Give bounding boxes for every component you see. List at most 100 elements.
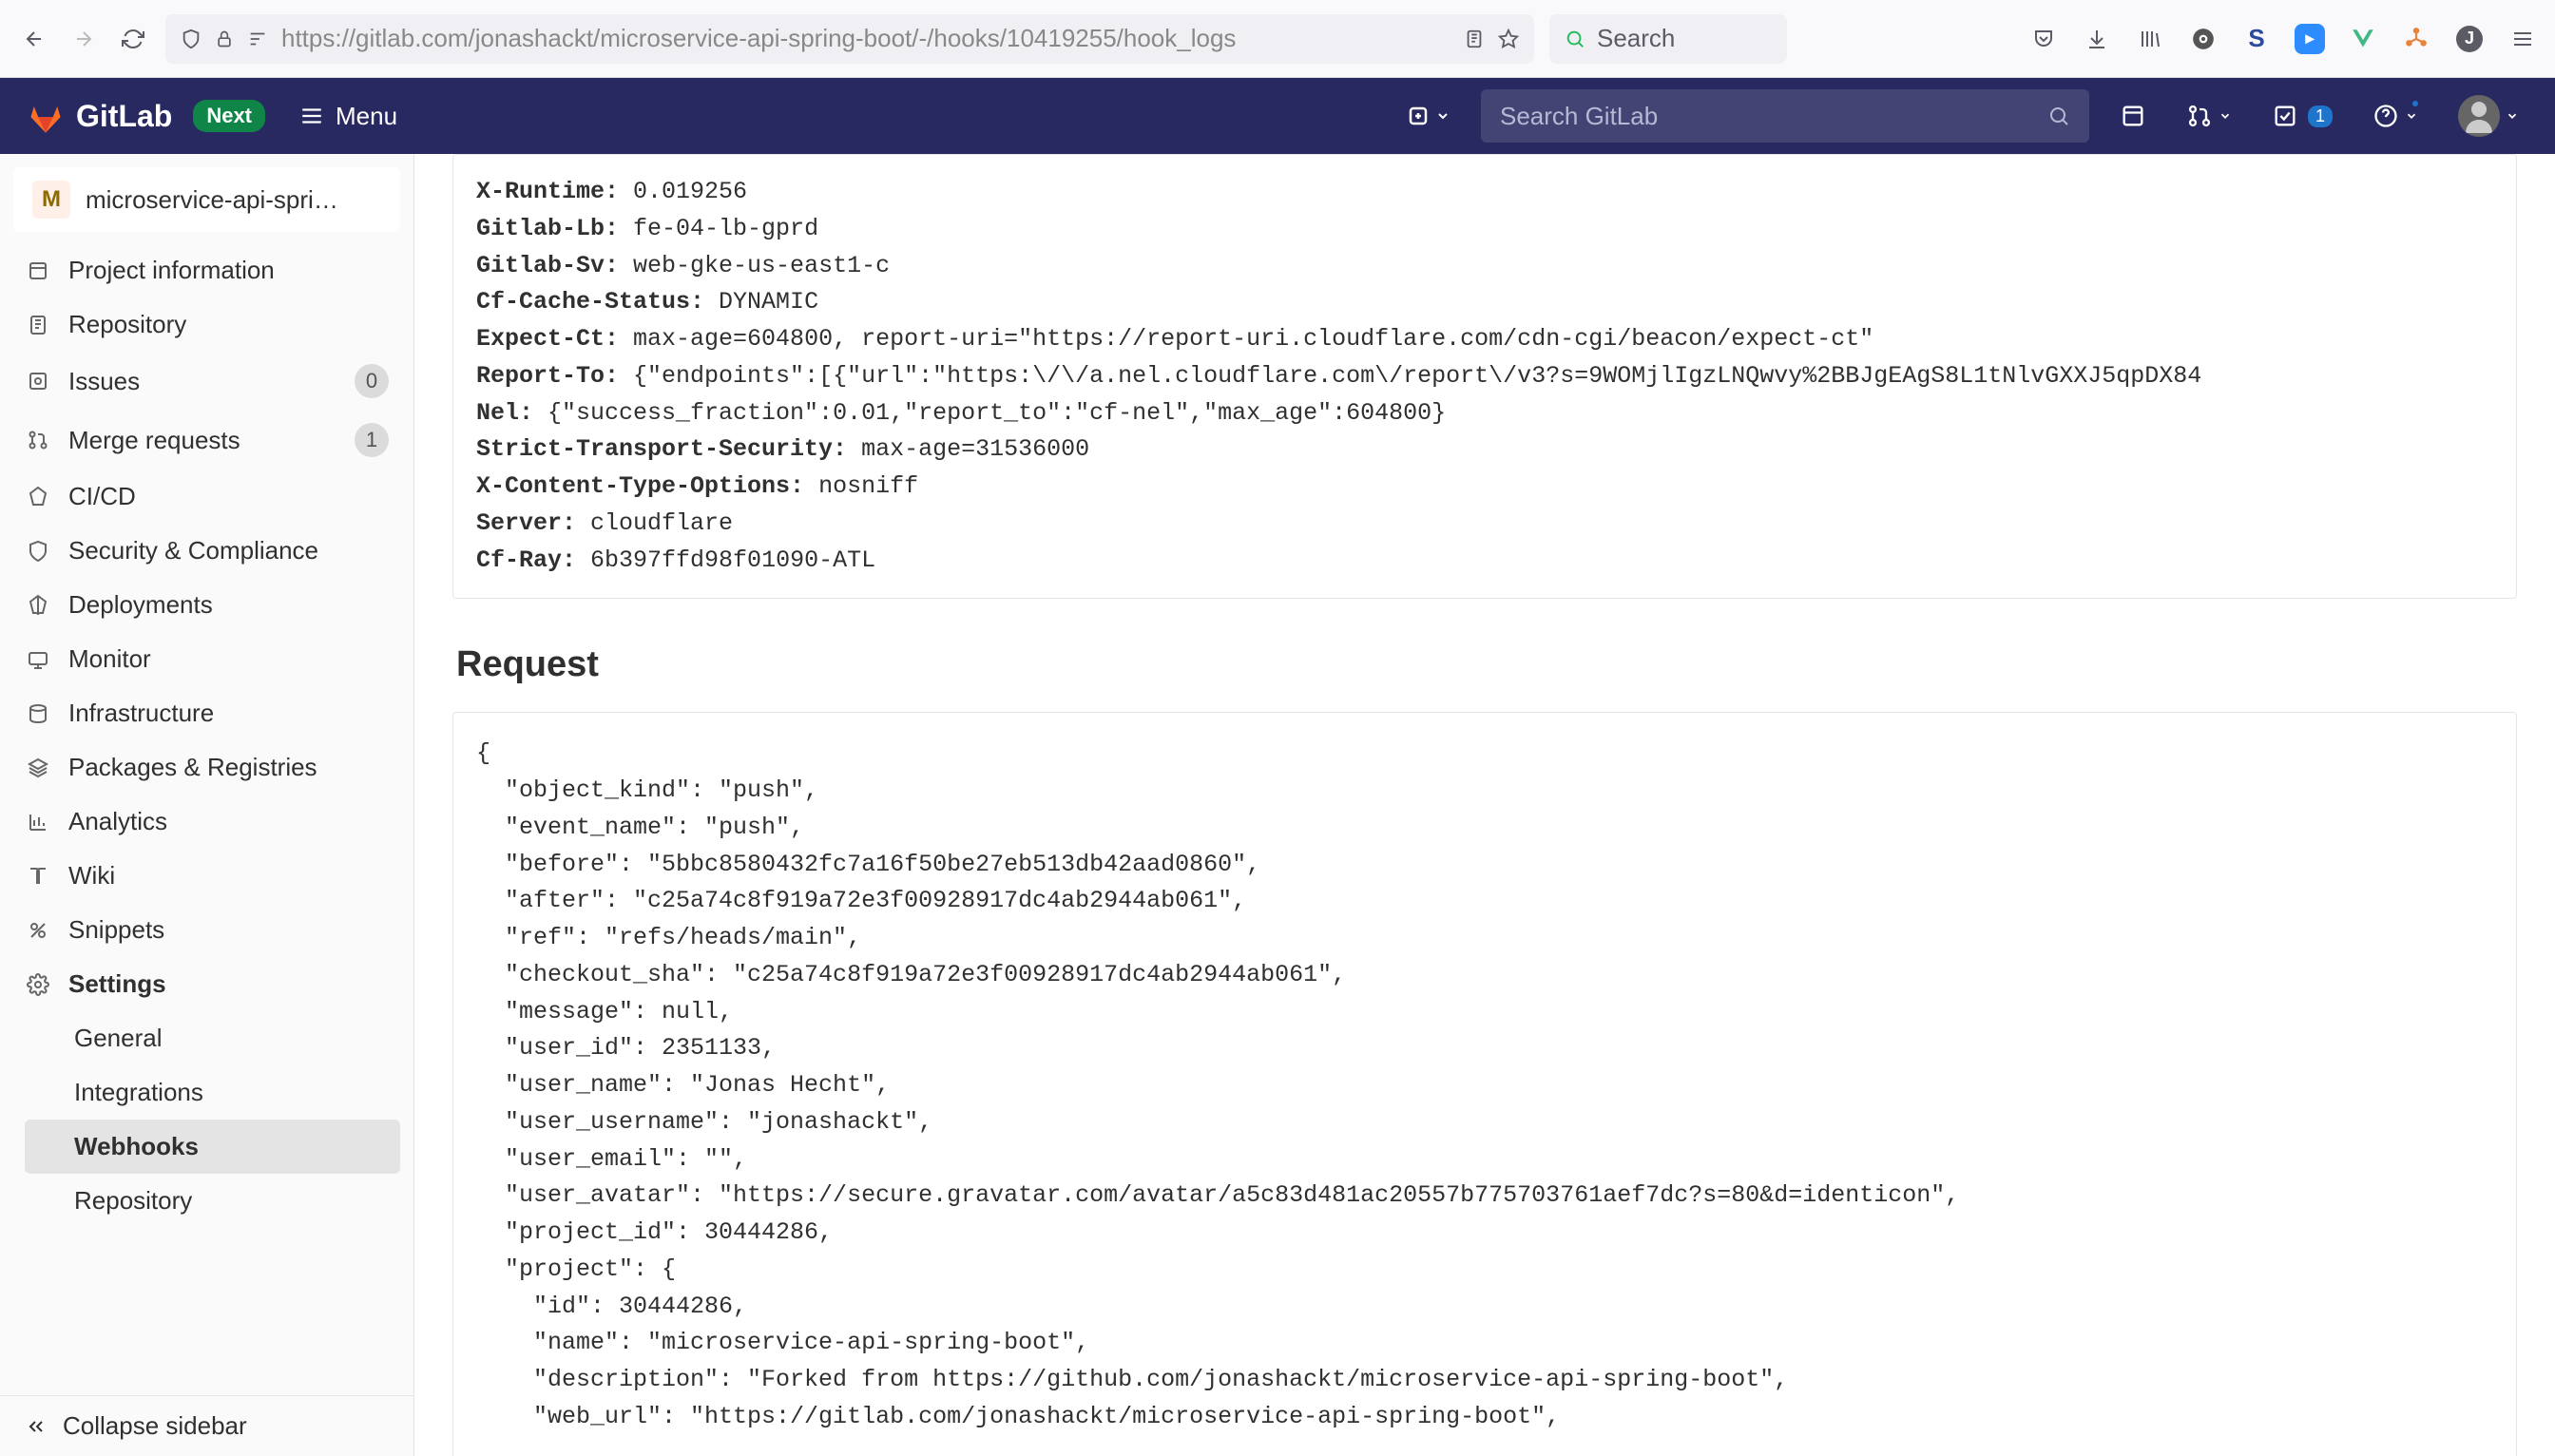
chevron-down-icon — [2219, 109, 2232, 123]
sidebar-icon — [25, 863, 51, 890]
sidebar-item-label: Issues — [68, 367, 140, 396]
sidebar: M microservice-api-spri… Project informa… — [0, 154, 414, 1456]
sidebar-item-label: Deployments — [68, 590, 213, 620]
sidebar-item-label: Security & Compliance — [68, 536, 318, 565]
gitlab-logo-icon — [27, 97, 65, 135]
sidebar-item-label: Analytics — [68, 807, 167, 836]
sub-item-integrations[interactable]: Integrations — [11, 1065, 413, 1120]
sub-item-repository[interactable]: Repository — [11, 1174, 413, 1228]
ext-s-icon[interactable]: S — [2241, 24, 2272, 54]
sidebar-item-project-information[interactable]: Project information — [0, 243, 413, 297]
bookmark-star-icon[interactable] — [1498, 29, 1519, 49]
collapse-label: Collapse sidebar — [63, 1411, 247, 1441]
merge-requests-nav-button[interactable] — [2177, 97, 2241, 135]
sidebar-item-packages-registries[interactable]: Packages & Registries — [0, 740, 413, 795]
request-body-box[interactable]: { "object_kind": "push", "event_name": "… — [452, 712, 2517, 1456]
sidebar-item-label: Wiki — [68, 861, 115, 891]
pocket-icon[interactable] — [2028, 24, 2059, 54]
browser-back-button[interactable] — [17, 22, 51, 56]
library-icon[interactable] — [2135, 24, 2165, 54]
sidebar-item-merge-requests[interactable]: Merge requests 1 — [0, 411, 413, 469]
search-engine-icon — [1565, 29, 1585, 49]
sidebar-badge: 0 — [355, 364, 389, 398]
sidebar-item-label: Merge requests — [68, 426, 240, 455]
sidebar-item-monitor[interactable]: Monitor — [0, 632, 413, 686]
sidebar-badge: 1 — [355, 423, 389, 457]
search-icon — [2047, 105, 2070, 127]
browser-search-bar[interactable]: Search — [1549, 14, 1787, 64]
sidebar-item-label: Repository — [68, 310, 186, 339]
sidebar-icon — [25, 427, 51, 453]
sidebar-icon — [25, 592, 51, 619]
sidebar-item-snippets[interactable]: Snippets — [0, 903, 413, 957]
collapse-sidebar-button[interactable]: Collapse sidebar — [0, 1395, 413, 1456]
ext-vue-icon[interactable] — [2348, 24, 2378, 54]
chevron-down-icon — [2405, 109, 2418, 123]
sidebar-icon — [25, 917, 51, 944]
browser-forward-button[interactable] — [67, 22, 101, 56]
project-header[interactable]: M microservice-api-spri… — [13, 167, 400, 232]
menu-button[interactable]: Menu — [286, 94, 411, 139]
sidebar-item-label: Infrastructure — [68, 699, 214, 728]
downloads-icon[interactable] — [2082, 24, 2112, 54]
project-name: microservice-api-spri… — [86, 185, 338, 215]
gitlab-title: GitLab — [76, 99, 172, 134]
chevron-down-icon — [2506, 109, 2519, 123]
sub-item-general[interactable]: General — [11, 1011, 413, 1065]
shield-icon — [181, 29, 202, 49]
sidebar-item-label: CI/CD — [68, 482, 136, 511]
user-menu-button[interactable] — [2449, 89, 2528, 143]
todos-nav-button[interactable]: 1 — [2262, 97, 2342, 135]
response-headers-box[interactable]: X-Runtime: 0.019256 Gitlab-Lb: fe-04-lb-… — [452, 154, 2517, 599]
ext-eye-icon[interactable] — [2188, 24, 2219, 54]
gitlab-logo[interactable]: GitLab — [27, 97, 172, 135]
next-badge[interactable]: Next — [193, 100, 265, 132]
sidebar-icon — [25, 368, 51, 394]
todos-count: 1 — [2308, 105, 2333, 127]
issues-nav-button[interactable] — [2110, 97, 2156, 135]
sidebar-item-label: Packages & Registries — [68, 753, 317, 782]
menu-label: Menu — [336, 102, 397, 131]
sidebar-item-issues[interactable]: Issues 0 — [0, 352, 413, 411]
sidebar-icon — [25, 700, 51, 727]
sidebar-item-wiki[interactable]: Wiki — [0, 849, 413, 903]
gitlab-search[interactable]: Search GitLab — [1481, 89, 2089, 143]
sidebar-item-ci-cd[interactable]: CI/CD — [0, 469, 413, 524]
plus-icon — [1407, 105, 1430, 127]
response-headers-text: X-Runtime: 0.019256 Gitlab-Lb: fe-04-lb-… — [476, 174, 2493, 579]
account-icon[interactable]: J — [2454, 24, 2485, 54]
sidebar-item-label: Settings — [68, 969, 166, 999]
sidebar-icon — [25, 809, 51, 835]
hamburger-icon[interactable] — [2507, 24, 2538, 54]
ext-zoom-icon[interactable]: ▸ — [2295, 24, 2325, 54]
sidebar-item-label: Snippets — [68, 915, 164, 945]
sidebar-icon — [25, 646, 51, 673]
sidebar-icon — [25, 258, 51, 284]
help-nav-button[interactable] — [2363, 97, 2428, 135]
request-body-text: { "object_kind": "push", "event_name": "… — [476, 736, 2493, 1435]
gitlab-search-placeholder: Search GitLab — [1500, 102, 1658, 131]
ext-tree-icon[interactable] — [2401, 24, 2431, 54]
sidebar-item-infrastructure[interactable]: Infrastructure — [0, 686, 413, 740]
project-avatar: M — [32, 181, 70, 219]
sidebar-item-security-compliance[interactable]: Security & Compliance — [0, 524, 413, 578]
sidebar-item-deployments[interactable]: Deployments — [0, 578, 413, 632]
search-placeholder: Search — [1597, 24, 1675, 53]
sidebar-icon — [25, 971, 51, 998]
url-bar[interactable]: https://gitlab.com/jonashackt/microservi… — [165, 14, 1534, 64]
sidebar-icon — [25, 755, 51, 781]
url-text: https://gitlab.com/jonashackt/microservi… — [281, 24, 1236, 53]
sub-item-webhooks[interactable]: Webhooks — [25, 1120, 400, 1174]
browser-toolbar: https://gitlab.com/jonashackt/microservi… — [0, 0, 2555, 78]
reader-icon[interactable] — [1464, 29, 1485, 49]
sidebar-icon — [25, 538, 51, 565]
sidebar-item-label: Project information — [68, 256, 275, 285]
sidebar-icon — [25, 484, 51, 510]
new-button[interactable] — [1397, 99, 1460, 133]
browser-reload-button[interactable] — [116, 22, 150, 56]
sidebar-item-repository[interactable]: Repository — [0, 297, 413, 352]
sidebar-item-analytics[interactable]: Analytics — [0, 795, 413, 849]
sidebar-item-settings[interactable]: Settings — [0, 957, 413, 1011]
permissions-icon — [247, 29, 268, 49]
chevron-down-icon — [1435, 108, 1450, 124]
